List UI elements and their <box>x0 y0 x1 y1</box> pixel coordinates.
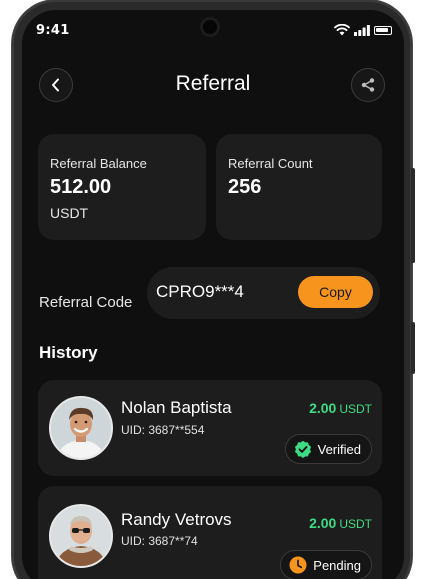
status-label: Verified <box>317 441 361 457</box>
reward-amount-value: 2.00 <box>309 400 337 416</box>
referral-count-label: Referral Count <box>228 156 313 171</box>
reward-amount: 2.00 USDT <box>309 400 372 416</box>
referral-code-label: Referral Code <box>39 294 133 311</box>
history-title: History <box>39 343 98 362</box>
status-time: 9:41 <box>36 22 70 38</box>
reward-amount-value: 2.00 <box>309 515 337 531</box>
referral-balance-label: Referral Balance <box>50 156 147 171</box>
referral-code-value: CPRO9***4 <box>156 282 244 301</box>
power-button <box>411 322 415 374</box>
page-title: Referral <box>175 72 251 95</box>
reward-amount-unit: USDT <box>339 402 372 416</box>
status-label: Pending <box>313 557 361 573</box>
share-icon <box>361 78 375 92</box>
referral-code-field: CPRO9***4 Copy <box>147 267 380 319</box>
status-icons <box>334 24 392 36</box>
referral-name: Nolan Baptista <box>121 398 232 417</box>
referral-balance-value: 512.00 <box>50 176 112 198</box>
copy-button[interactable]: Copy <box>298 276 373 308</box>
battery-icon <box>374 25 392 35</box>
share-button[interactable] <box>351 68 385 102</box>
referral-count-value: 256 <box>228 176 262 198</box>
reward-amount: 2.00 USDT <box>309 515 372 531</box>
status-badge: Pending <box>280 550 372 579</box>
referral-uid: UID: 3687**554 <box>121 423 205 437</box>
history-item[interactable]: Nolan Baptista UID: 3687**554 2.00 USDT V… <box>38 380 382 476</box>
app-screen: 9:41 Referral Referral Balance 512.00 US… <box>22 10 404 579</box>
history-item[interactable]: Randy Vetrovs UID: 3687**74 2.00 USDT Pen… <box>38 486 382 579</box>
status-badge: Verified <box>284 434 372 464</box>
clock-icon <box>289 556 307 574</box>
avatar <box>49 504 113 568</box>
referral-balance-card: Referral Balance 512.00 USDT <box>38 134 206 240</box>
front-camera <box>203 20 217 34</box>
referral-name: Randy Vetrovs <box>121 510 232 529</box>
wifi-icon <box>334 24 350 36</box>
referral-count-card: Referral Count 256 <box>216 134 382 240</box>
app-header: Referral <box>22 68 404 102</box>
volume-button <box>411 168 415 263</box>
reward-amount-unit: USDT <box>339 517 372 531</box>
referral-balance-unit: USDT <box>50 205 89 221</box>
signal-icon <box>354 24 370 36</box>
avatar <box>49 396 113 460</box>
referral-uid: UID: 3687**74 <box>121 534 198 548</box>
check-badge-icon <box>294 440 312 458</box>
